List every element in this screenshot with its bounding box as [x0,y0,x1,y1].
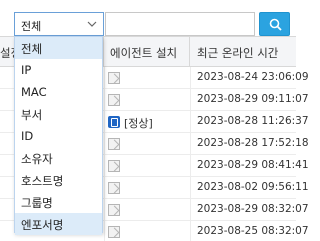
filter-option-ip[interactable]: IP [15,59,102,81]
column-header-last-online[interactable]: 최근 온라인 시간 [190,37,296,67]
search-button[interactable] [259,12,290,36]
filter-option-owner[interactable]: 소유자 [15,147,102,169]
filter-option-mac[interactable]: MAC [15,81,102,103]
image-icon [108,138,120,150]
search-icon [269,18,282,31]
image-icon [108,72,120,84]
filter-select[interactable]: 전체 [14,12,104,36]
filter-option-group-name[interactable]: 그룹명 [15,191,102,213]
agent-status-icon [108,116,120,128]
image-icon [108,160,120,172]
filter-option-enforcer-name[interactable]: 엔포서명 [15,213,102,235]
image-icon [108,226,120,238]
chevron-down-icon [87,21,97,27]
filter-select-value: 전체 [21,20,42,33]
search-input[interactable] [105,12,255,36]
filter-option-all[interactable]: 전체 [15,37,102,59]
filter-option-hostname[interactable]: 호스트명 [15,169,102,191]
image-icon [108,204,120,216]
agent-status-label: [정상] [124,117,153,130]
filter-dropdown-list: 전체 IP MAC 부서 ID 소유자 호스트명 그룹명 엔포서명 [14,36,103,235]
column-header-agent-install[interactable]: 에이전트 설치 [104,37,190,67]
image-icon [108,94,120,106]
toolbar: 전체 [0,0,296,36]
filter-option-department[interactable]: 부서 [15,103,102,125]
filter-option-id[interactable]: ID [15,125,102,147]
image-icon [108,182,120,194]
